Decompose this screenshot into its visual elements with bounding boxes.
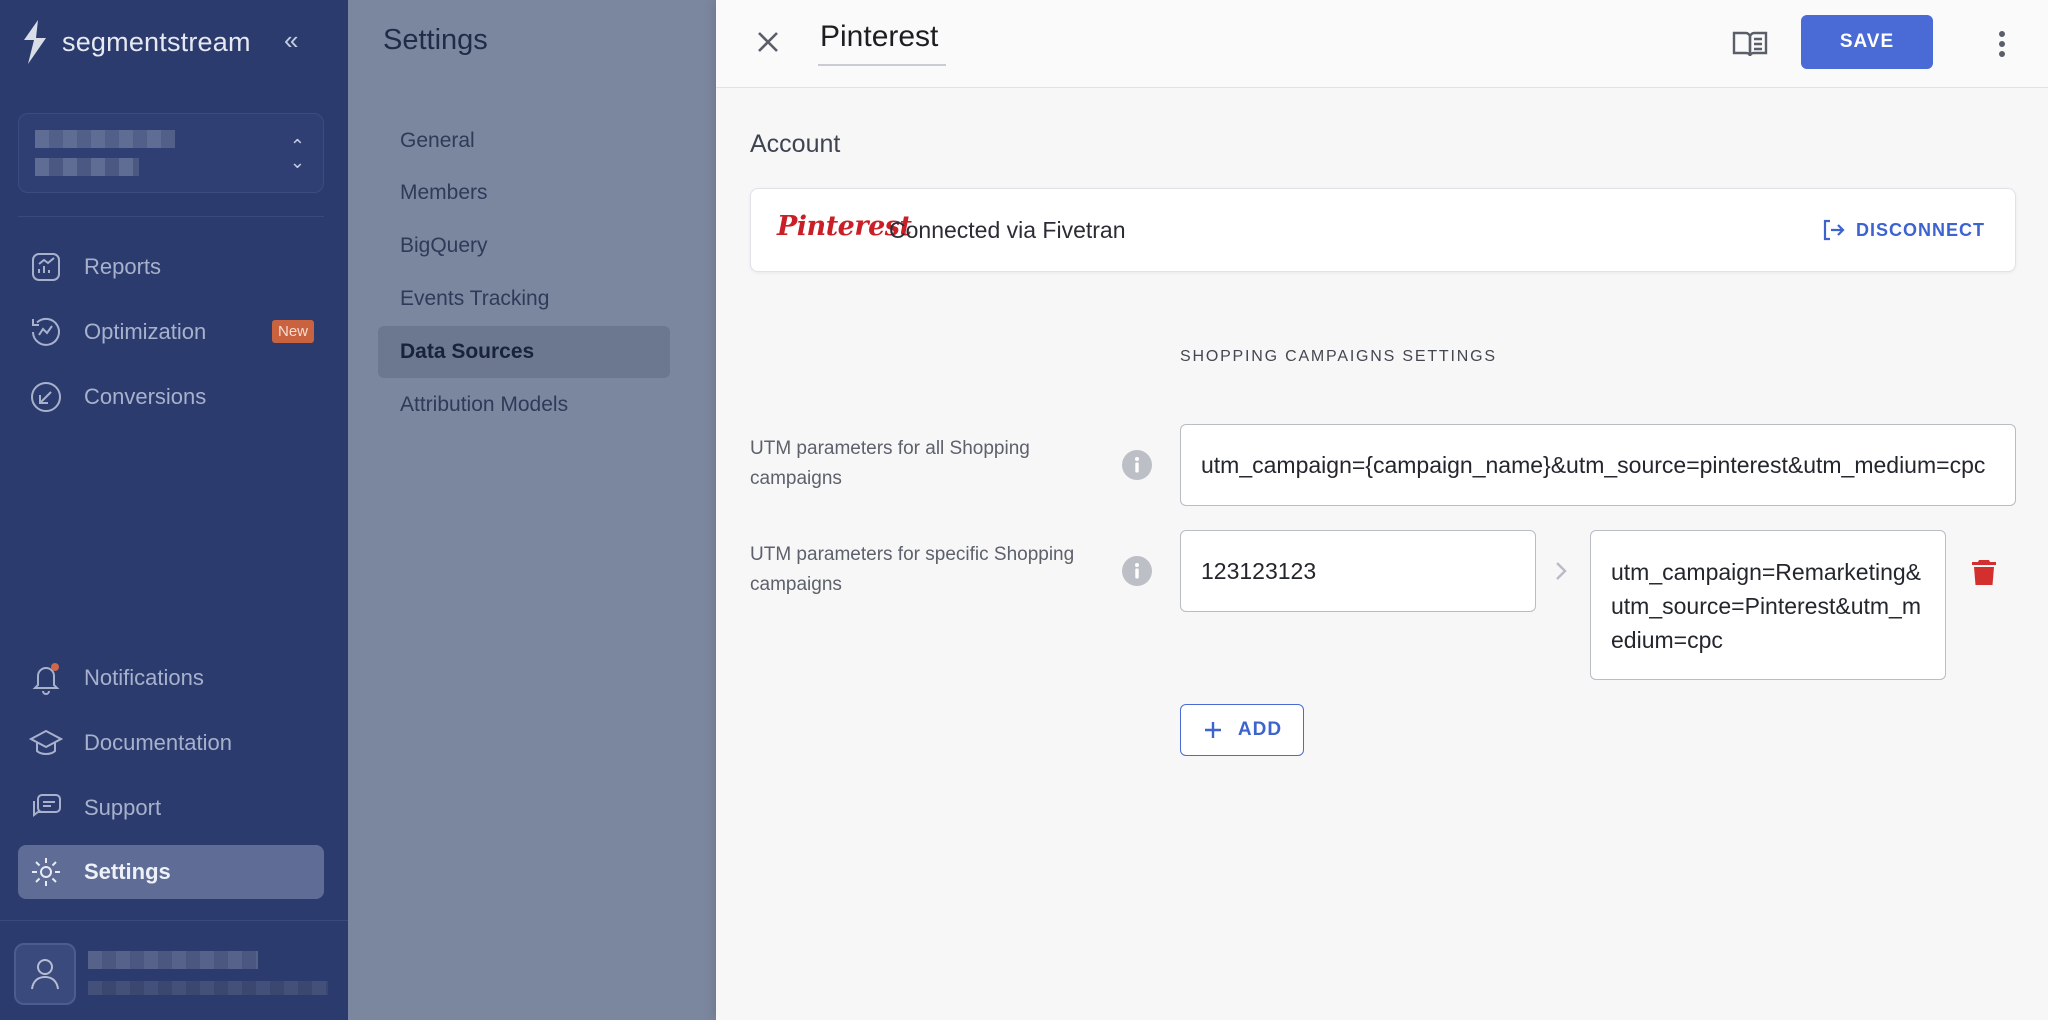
settings-item-general[interactable]: General bbox=[378, 115, 670, 167]
chat-bubbles-icon bbox=[28, 790, 64, 826]
segmentstream-logo-icon bbox=[24, 20, 46, 64]
data-source-drawer: Pinterest SAVE Account Pinterest Connect… bbox=[716, 0, 2048, 1020]
new-badge: New bbox=[271, 320, 314, 343]
bell-icon bbox=[28, 660, 64, 696]
utm-all-input[interactable] bbox=[1180, 424, 2016, 506]
close-icon[interactable] bbox=[748, 22, 788, 62]
account-heading: Account bbox=[750, 130, 841, 158]
nav-item-optimization[interactable]: Optimization New bbox=[18, 305, 324, 359]
settings-item-events-tracking[interactable]: Events Tracking bbox=[378, 273, 670, 325]
collapse-sidebar-icon[interactable]: « bbox=[284, 26, 312, 54]
chevron-right-icon bbox=[1556, 562, 1567, 580]
documentation-book-icon[interactable] bbox=[1730, 24, 1770, 64]
user-email-redacted bbox=[88, 981, 328, 995]
user-account[interactable] bbox=[0, 920, 348, 1020]
nav-item-notifications[interactable]: Notifications bbox=[18, 651, 324, 705]
conversions-icon bbox=[28, 379, 64, 415]
settings-item-bigquery[interactable]: BigQuery bbox=[378, 220, 670, 272]
user-name-redacted bbox=[88, 951, 258, 969]
utm-all-label: UTM parameters for all Shopping campaign… bbox=[750, 438, 1030, 489]
nav-item-support[interactable]: Support bbox=[18, 781, 324, 835]
save-button[interactable]: SAVE bbox=[1801, 15, 1933, 69]
info-icon[interactable] bbox=[1122, 556, 1152, 586]
drawer-header: Pinterest SAVE bbox=[716, 0, 2048, 88]
add-button[interactable]: ADD bbox=[1180, 704, 1304, 756]
nav-item-documentation[interactable]: Documentation bbox=[18, 716, 324, 770]
optimization-icon bbox=[28, 314, 64, 350]
nav-label: Reports bbox=[84, 254, 162, 279]
nav-label: Optimization bbox=[84, 319, 207, 344]
account-card: Pinterest Connected via Fivetran DISCONN… bbox=[750, 188, 2016, 272]
nav-label: Settings bbox=[84, 859, 171, 884]
workspace-selector[interactable]: ⌃ ⌄ bbox=[18, 113, 324, 193]
nav-label: Conversions bbox=[84, 384, 207, 409]
divider bbox=[18, 216, 324, 217]
utm-specific-label: UTM parameters for specific Shopping cam… bbox=[750, 544, 1075, 595]
workspace-sub-redacted bbox=[35, 158, 139, 176]
settings-item-attribution-models[interactable]: Attribution Models bbox=[378, 379, 670, 431]
settings-title: Settings bbox=[383, 24, 488, 56]
info-icon[interactable] bbox=[1122, 450, 1152, 480]
nav-item-settings[interactable]: Settings bbox=[18, 845, 324, 899]
plus-icon bbox=[1204, 722, 1221, 738]
nav-item-reports[interactable]: Reports bbox=[18, 240, 324, 294]
delete-trash-icon[interactable] bbox=[1968, 556, 2000, 588]
disconnect-button[interactable]: DISCONNECT bbox=[1820, 217, 1985, 243]
app-sidebar: segmentstream « ⌃ ⌄ Reports Optimization … bbox=[0, 0, 348, 1020]
brand-logo[interactable]: segmentstream bbox=[18, 18, 251, 66]
gear-icon bbox=[28, 854, 64, 890]
connection-status: Connected via Fivetran bbox=[889, 217, 1126, 243]
nav-label: Notifications bbox=[84, 665, 204, 690]
chevron-updown-icon: ⌃ ⌄ bbox=[289, 136, 305, 172]
reports-icon bbox=[28, 249, 64, 285]
add-label: ADD bbox=[1237, 719, 1283, 740]
graduation-cap-icon bbox=[28, 725, 64, 761]
avatar bbox=[14, 943, 76, 1005]
drawer-title: Pinterest bbox=[818, 20, 947, 66]
workspace-name-redacted bbox=[35, 130, 175, 148]
settings-item-data-sources[interactable]: Data Sources bbox=[378, 326, 670, 378]
campaign-utm-textarea[interactable]: utm_campaign=Remarketing&utm_source=Pint… bbox=[1590, 530, 1946, 680]
disconnect-label: DISCONNECT bbox=[1855, 219, 1985, 240]
settings-column: Settings General Members BigQuery Events… bbox=[348, 0, 716, 1020]
settings-item-members[interactable]: Members bbox=[378, 167, 670, 219]
nav-label: Support bbox=[84, 795, 162, 820]
campaign-id-input[interactable] bbox=[1180, 530, 1536, 612]
more-vertical-icon[interactable] bbox=[1982, 24, 2022, 64]
nav-item-conversions[interactable]: Conversions bbox=[18, 370, 324, 424]
nav-label: Documentation bbox=[84, 730, 232, 755]
logout-icon bbox=[1823, 219, 1845, 241]
brand-name: segmentstream bbox=[62, 26, 251, 57]
section-heading: SHOPPING CAMPAIGNS SETTINGS bbox=[1180, 348, 1497, 365]
